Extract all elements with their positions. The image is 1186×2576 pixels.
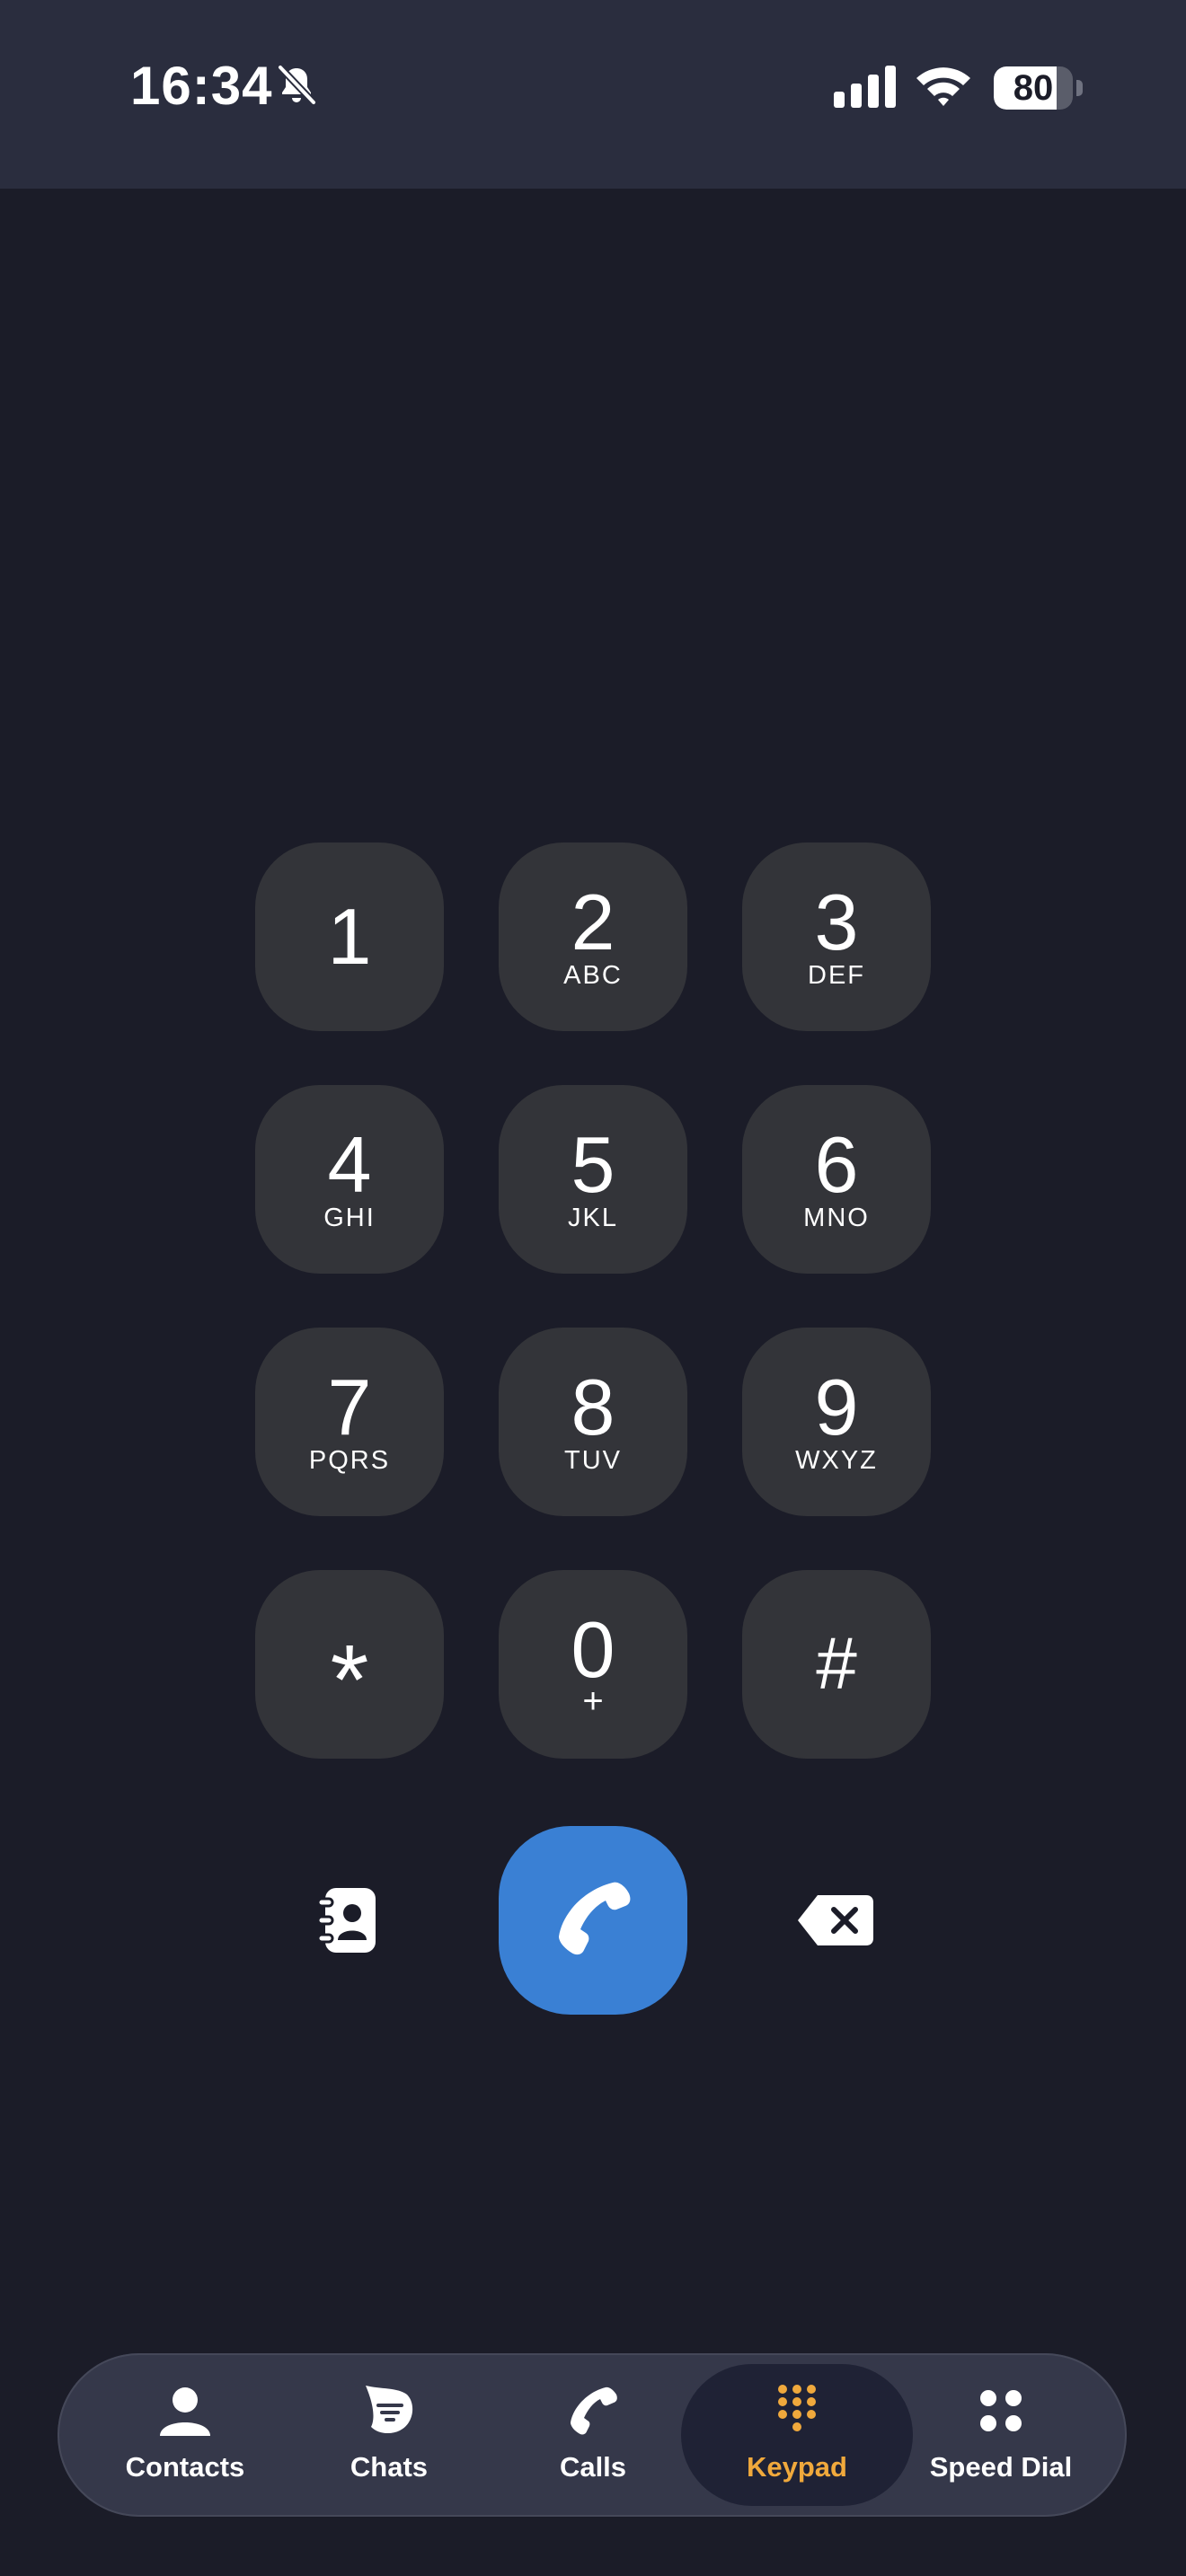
key-letters: GHI xyxy=(323,1204,376,1232)
key-letters: ABC xyxy=(563,961,623,990)
key-digit: 3 xyxy=(814,878,859,966)
call-button[interactable] xyxy=(499,1826,687,2015)
key-digit: 4 xyxy=(327,1120,372,1209)
tab-speed-dial[interactable]: Speed Dial xyxy=(885,2364,1117,2506)
key-digit: 8 xyxy=(571,1363,615,1451)
key-1[interactable]: 1 xyxy=(255,842,444,1031)
key-hash[interactable]: # xyxy=(742,1570,931,1759)
key-9[interactable]: 9 WXYZ xyxy=(742,1328,931,1516)
phone-icon xyxy=(571,2386,617,2435)
tab-calls[interactable]: Calls xyxy=(477,2364,709,2506)
status-bar: 16:34 80 xyxy=(0,0,1186,189)
key-6[interactable]: 6 MNO xyxy=(742,1085,931,1274)
tab-label: Keypad xyxy=(747,2451,847,2483)
wifi-icon xyxy=(916,67,970,106)
key-digit: 5 xyxy=(571,1120,615,1209)
tab-label: Contacts xyxy=(125,2451,245,2483)
key-letters: PQRS xyxy=(308,1446,391,1475)
battery-cap xyxy=(1076,80,1083,96)
four-dots-icon xyxy=(980,2390,1022,2431)
key-digit: 9 xyxy=(814,1363,859,1451)
key-letters: TUV xyxy=(564,1446,622,1475)
key-digit: # xyxy=(816,1623,857,1705)
tab-contacts[interactable]: Contacts xyxy=(69,2364,301,2506)
key-star[interactable]: * xyxy=(255,1570,444,1759)
chat-bubble-icon xyxy=(366,2386,413,2434)
battery-indicator: 80 xyxy=(994,66,1084,110)
phone-icon xyxy=(559,1882,631,1955)
key-7[interactable]: 7 PQRS xyxy=(255,1328,444,1516)
key-letters: DEF xyxy=(808,961,865,990)
person-icon xyxy=(160,2387,210,2436)
key-8[interactable]: 8 TUV xyxy=(499,1328,687,1516)
key-digit: 1 xyxy=(327,892,372,981)
key-digit: * xyxy=(330,1625,369,1735)
bottom-tab-bar: Contacts Chats Calls Keypad Speed Dial xyxy=(58,2353,1127,2517)
key-digit: 2 xyxy=(571,878,615,966)
key-5[interactable]: 5 JKL xyxy=(499,1085,687,1274)
key-letters: MNO xyxy=(803,1204,870,1232)
battery-percentage: 80 xyxy=(1013,68,1054,108)
key-digit: 6 xyxy=(814,1120,859,1209)
tab-label: Speed Dial xyxy=(929,2451,1073,2483)
key-letters: + xyxy=(582,1681,604,1721)
keypad-icon xyxy=(778,2385,816,2431)
contacts-book-icon[interactable] xyxy=(316,1886,379,1954)
key-2[interactable]: 2 ABC xyxy=(499,842,687,1031)
tab-label: Chats xyxy=(350,2451,429,2483)
key-digit: 0 xyxy=(571,1605,615,1694)
key-4[interactable]: 4 GHI xyxy=(255,1085,444,1274)
tab-keypad[interactable]: Keypad xyxy=(681,2364,913,2506)
key-letters: JKL xyxy=(568,1204,618,1232)
key-3[interactable]: 3 DEF xyxy=(742,842,931,1031)
battery-body: 80 xyxy=(994,66,1073,110)
tab-label: Calls xyxy=(559,2451,627,2483)
key-0[interactable]: 0 + xyxy=(499,1570,687,1759)
backspace-icon[interactable] xyxy=(796,1893,875,1947)
cellular-signal-icon xyxy=(834,66,896,108)
status-time: 16:34 xyxy=(130,56,273,116)
bell-off-icon xyxy=(277,64,317,106)
tab-chats[interactable]: Chats xyxy=(273,2364,505,2506)
key-digit: 7 xyxy=(327,1363,372,1451)
key-letters: WXYZ xyxy=(795,1446,878,1475)
